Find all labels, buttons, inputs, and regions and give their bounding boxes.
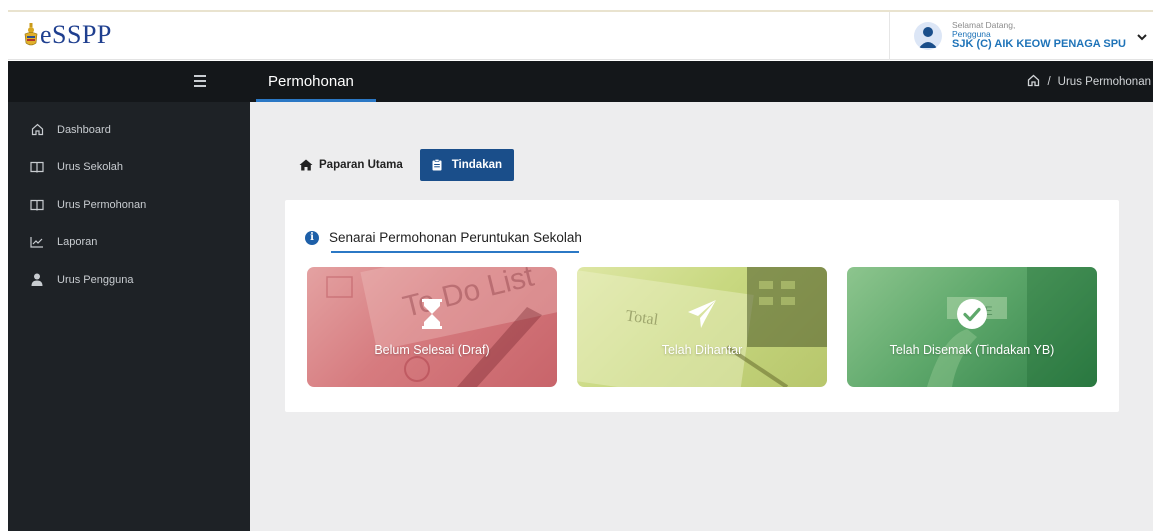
sidebar-item-label: Urus Permohonan	[57, 198, 147, 211]
hourglass-icon	[415, 297, 449, 331]
sidebar-nav: Dashboard Urus Sekolah Urus Permohonan L…	[8, 111, 250, 299]
panel-title: Senarai Permohonan Peruntukan Sekolah	[329, 230, 582, 245]
app-window: eSSPP Selamat Datang, Pengguna SJK (C) A…	[0, 0, 1153, 531]
user-icon	[30, 273, 44, 287]
user-school-name: SJK (C) AIK KEOW PENAGA SPU	[952, 37, 1126, 50]
menu-toggle-icon[interactable]	[194, 75, 206, 87]
main-content: Paparan Utama Tindakan Senarai Permohona…	[250, 102, 1153, 531]
tab-label: Paparan Utama	[319, 159, 403, 171]
tab-bar: Paparan Utama Tindakan	[287, 149, 515, 181]
sidebar-item-urus-sekolah[interactable]: Urus Sekolah	[8, 149, 250, 187]
chevron-down-icon[interactable]	[1136, 30, 1148, 42]
sidebar-top-bar	[8, 61, 250, 102]
clipboard-icon	[432, 159, 446, 171]
check-circle-icon	[955, 297, 989, 331]
page-header-bar: Permohonan / Urus Permohonan	[250, 61, 1153, 102]
crest-icon	[24, 23, 38, 47]
book-icon	[30, 198, 44, 212]
tab-label: Tindakan	[451, 159, 503, 171]
sidebar: Dashboard Urus Sekolah Urus Permohonan L…	[8, 61, 250, 531]
logo-text: eSSPP	[40, 20, 112, 49]
sidebar-item-urus-permohonan[interactable]: Urus Permohonan	[8, 186, 250, 224]
sidebar-item-laporan[interactable]: Laporan	[8, 224, 250, 262]
page-title: Permohonan	[268, 73, 354, 90]
sidebar-item-label: Urus Pengguna	[57, 273, 134, 286]
sidebar-item-urus-pengguna[interactable]: Urus Pengguna	[8, 261, 250, 299]
card-telah-dihantar[interactable]: Total Telah Dihantar	[577, 267, 827, 387]
sidebar-item-label: Dashboard	[57, 123, 111, 136]
home-icon	[299, 159, 313, 171]
paper-plane-icon	[685, 297, 719, 331]
header-divider	[889, 12, 890, 60]
card-belum-selesai[interactable]: To Do List Belum Selesai (Draf)	[307, 267, 557, 387]
panel-title-underline	[331, 251, 579, 253]
top-header: eSSPP Selamat Datang, Pengguna SJK (C) A…	[8, 10, 1153, 60]
sidebar-item-dashboard[interactable]: Dashboard	[8, 111, 250, 149]
panel-heading: Senarai Permohonan Peruntukan Sekolah	[305, 230, 582, 245]
card-telah-disemak[interactable]: DONE Telah Disemak (Tindakan YB)	[847, 267, 1097, 387]
home-icon	[30, 123, 44, 137]
tab-tindakan[interactable]: Tindakan	[419, 149, 515, 181]
status-cards: To Do List Belum Selesai (Draf) Total Te…	[307, 267, 1099, 387]
sidebar-item-label: Urus Sekolah	[57, 161, 124, 174]
app-logo[interactable]: eSSPP	[24, 20, 112, 50]
card-label: Belum Selesai (Draf)	[374, 343, 490, 357]
avatar	[914, 21, 942, 50]
book-icon	[30, 160, 44, 174]
home-icon[interactable]	[1027, 74, 1040, 90]
breadcrumb: / Urus Permohonan	[1027, 74, 1151, 90]
applications-panel: Senarai Permohonan Peruntukan Sekolah To…	[285, 200, 1119, 412]
card-label: Telah Dihantar	[661, 343, 743, 357]
info-icon	[305, 230, 319, 245]
line-chart-icon	[30, 235, 44, 249]
card-label: Telah Disemak (Tindakan YB)	[889, 343, 1055, 357]
breadcrumb-separator: /	[1047, 76, 1051, 88]
sidebar-item-label: Laporan	[57, 236, 98, 249]
tab-paparan-utama[interactable]: Paparan Utama	[287, 149, 415, 181]
breadcrumb-current: Urus Permohonan	[1057, 76, 1151, 88]
user-menu[interactable]: Selamat Datang, Pengguna SJK (C) AIK KEO…	[914, 21, 1148, 50]
user-info: Selamat Datang, Pengguna SJK (C) AIK KEO…	[952, 21, 1126, 50]
left-gutter	[0, 0, 8, 531]
